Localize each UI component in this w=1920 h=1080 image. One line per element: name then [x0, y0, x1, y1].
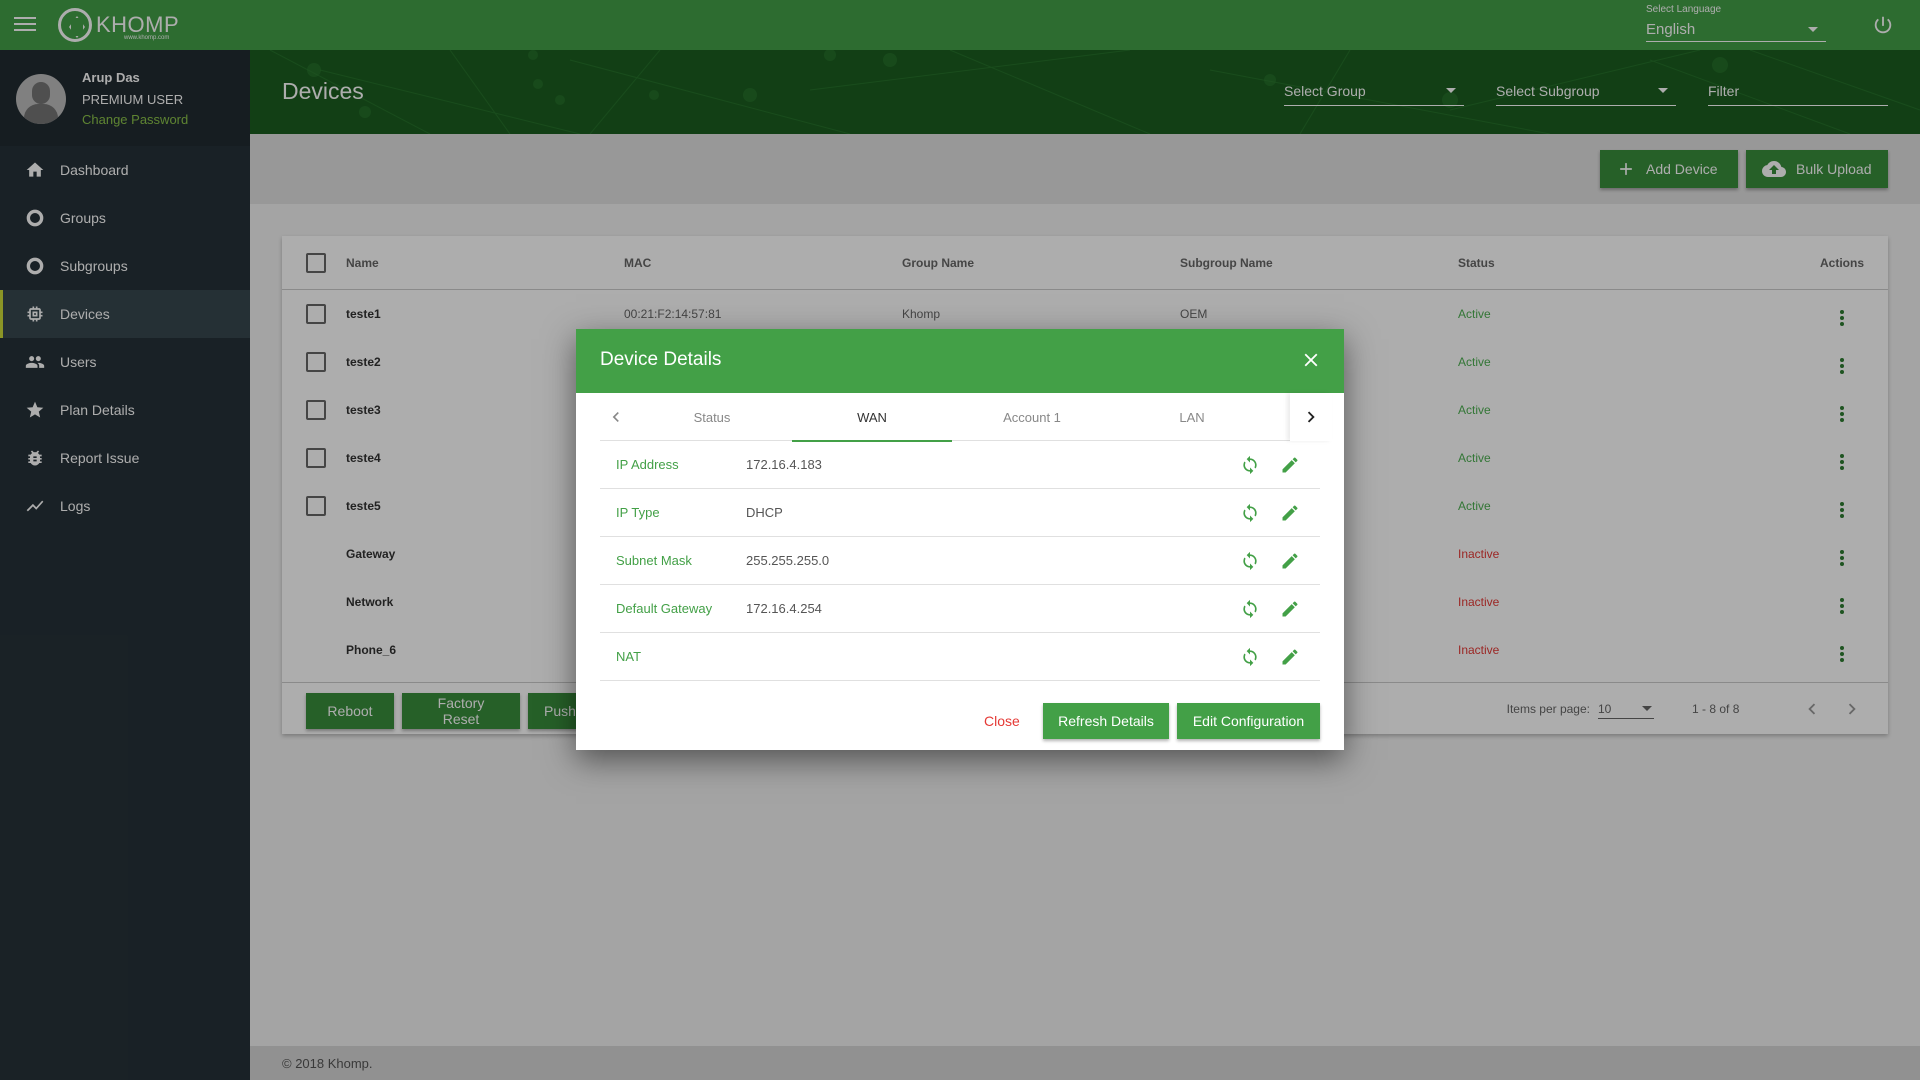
tabs-scroll-left-button[interactable] [600, 393, 632, 441]
edit-configuration-button[interactable]: Edit Configuration [1177, 703, 1320, 739]
detail-label: IP Type [616, 505, 660, 520]
refresh-icon[interactable] [1236, 595, 1264, 623]
edit-icon[interactable] [1276, 451, 1304, 479]
dialog-title: Device Details [600, 349, 722, 370]
detail-value: 172.16.4.254 [746, 601, 822, 616]
detail-label: IP Address [616, 457, 679, 472]
detail-row: NAT [600, 633, 1320, 681]
detail-value: 255.255.255.0 [746, 553, 830, 568]
detail-label: NAT [616, 649, 642, 664]
refresh-details-button[interactable]: Refresh Details [1043, 703, 1169, 739]
edit-icon[interactable] [1276, 499, 1304, 527]
dialog-actions: Close Refresh Details Edit Configuration [576, 703, 1344, 739]
wan-details-list: IP Address 172.16.4.183 IP Type DHCP Subnet … [600, 441, 1320, 681]
edit-icon[interactable] [1276, 595, 1304, 623]
device-details-dialog: Device Details Status WAN Account 1 LAN … [576, 329, 1344, 750]
detail-value: 172.16.4.183 [746, 457, 822, 472]
refresh-icon[interactable] [1236, 547, 1264, 575]
tab-lan[interactable]: LAN [1112, 393, 1272, 441]
tab-status[interactable]: Status [632, 393, 792, 441]
detail-value: DHCP [746, 505, 783, 520]
detail-row: IP Type DHCP [600, 489, 1320, 537]
chevron-right-icon [1307, 411, 1315, 423]
edit-icon[interactable] [1276, 643, 1304, 671]
detail-label: Default Gateway [616, 601, 713, 616]
detail-row: Subnet Mask 255.255.255.0 [600, 537, 1320, 585]
chevron-left-icon [612, 412, 619, 422]
refresh-icon[interactable] [1236, 451, 1264, 479]
edit-icon[interactable] [1276, 547, 1304, 575]
detail-row: IP Address 172.16.4.183 [600, 441, 1320, 489]
refresh-icon[interactable] [1236, 643, 1264, 671]
dialog-tabs: Status WAN Account 1 LAN [600, 393, 1332, 442]
tabs-scroll-right-button[interactable] [1290, 393, 1332, 441]
refresh-icon[interactable] [1236, 499, 1264, 527]
detail-row: Default Gateway 172.16.4.254 [600, 585, 1320, 633]
close-button[interactable]: Close [972, 703, 1032, 739]
close-icon[interactable] [1300, 349, 1322, 371]
detail-label: Subnet Mask [616, 553, 692, 568]
tab-account-1[interactable]: Account 1 [952, 393, 1112, 441]
tab-wan[interactable]: WAN [792, 393, 952, 442]
dialog-header: Device Details [576, 329, 1344, 393]
